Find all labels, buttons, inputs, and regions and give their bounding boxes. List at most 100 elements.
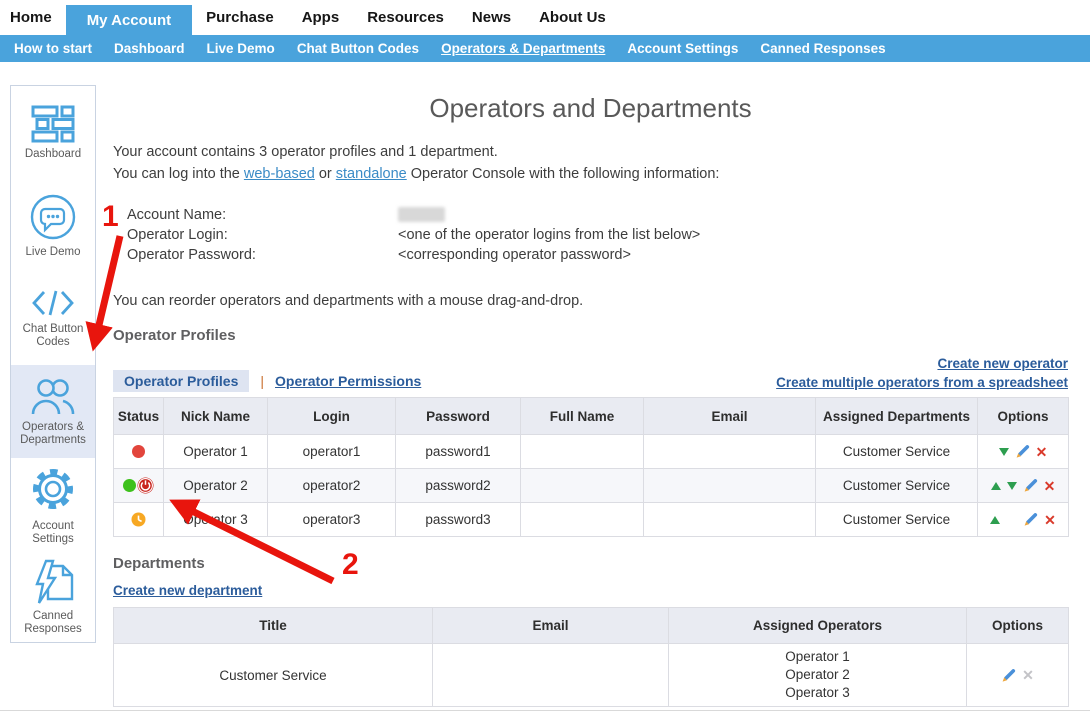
standalone-link[interactable]: standalone	[336, 166, 407, 182]
col-header-status: Status	[114, 398, 164, 435]
operator-password-value: <corresponding operator password>	[398, 245, 700, 265]
canned-responses-icon	[30, 559, 76, 605]
nav-home[interactable]: Home	[0, 9, 66, 26]
move-down-icon[interactable]	[999, 448, 1009, 456]
sidebar-item-label: Operators & Departments	[13, 421, 93, 447]
tab-operator-profiles[interactable]: Operator Profiles	[113, 370, 249, 392]
nav-resources[interactable]: Resources	[353, 9, 458, 26]
sidebar-item-chat-button-codes[interactable]: Chat Button Codes	[11, 272, 95, 365]
delete-disabled-icon: ✕	[1022, 668, 1034, 682]
nav-apps[interactable]: Apps	[288, 9, 354, 26]
col-header-email: Email	[433, 608, 669, 644]
account-name-redacted-value	[398, 207, 445, 222]
email-cell	[644, 503, 816, 537]
live-demo-icon	[29, 193, 77, 241]
create-operator-links: Create new operator Create multiple oper…	[776, 355, 1068, 392]
delete-icon[interactable]: ✕	[1036, 445, 1048, 459]
password-cell: password3	[396, 503, 521, 537]
intro-line-1: Your account contains 3 operator profile…	[113, 141, 719, 163]
assigned-operator: Operator 1	[785, 648, 850, 666]
options-cell: ✕	[978, 435, 1069, 469]
operators-table: Status Nick Name Login Password Full Nam…	[113, 397, 1069, 537]
email-cell	[644, 435, 816, 469]
nick-name-cell: Operator 1	[164, 435, 268, 469]
department-email-cell	[433, 644, 669, 707]
assigned-operator: Operator 2	[785, 666, 850, 684]
subnav-account-settings[interactable]: Account Settings	[616, 41, 749, 56]
assigned-departments-cell: Customer Service	[816, 435, 978, 469]
sidebar-item-label: Account Settings	[13, 520, 93, 546]
nav-news[interactable]: News	[458, 9, 525, 26]
edit-icon[interactable]	[1023, 478, 1038, 493]
assigned-departments-cell: Customer Service	[816, 503, 978, 537]
tab-separator: |	[260, 373, 264, 389]
account-sub-navigation: How to start Dashboard Live Demo Chat Bu…	[0, 35, 1090, 62]
status-online-icon	[123, 479, 136, 492]
sidebar-item-canned-responses[interactable]: Canned Responses	[11, 551, 95, 644]
delete-icon[interactable]: ✕	[1044, 513, 1056, 527]
full-name-cell	[521, 469, 644, 503]
subnav-how-to-start[interactable]: How to start	[3, 41, 103, 56]
top-navigation: Home My Account Purchase Apps Resources …	[0, 0, 1090, 35]
subnav-live-demo[interactable]: Live Demo	[196, 41, 286, 56]
web-based-link[interactable]: web-based	[244, 166, 315, 182]
operators-and-departments-page: Home My Account Purchase Apps Resources …	[0, 0, 1090, 722]
departments-table: Title Email Assigned Operators Options C…	[113, 607, 1069, 707]
department-options-cell: ✕	[967, 644, 1069, 707]
nav-my-account[interactable]: My Account	[66, 5, 192, 35]
move-up-icon[interactable]	[990, 516, 1000, 524]
code-icon	[30, 288, 76, 318]
full-name-cell	[521, 503, 644, 537]
sidebar-item-operators-departments[interactable]: Operators & Departments	[11, 365, 95, 458]
edit-icon[interactable]	[1015, 444, 1030, 459]
tab-operator-permissions[interactable]: Operator Permissions	[275, 373, 421, 389]
page-title: Operators and Departments	[113, 93, 1068, 124]
sidebar-item-account-settings[interactable]: Account Settings	[11, 458, 95, 551]
subnav-canned-responses[interactable]: Canned Responses	[749, 41, 896, 56]
sidebar-item-live-demo[interactable]: Live Demo	[11, 179, 95, 272]
nav-about-us[interactable]: About Us	[525, 9, 620, 26]
password-cell: password1	[396, 435, 521, 469]
col-header-email: Email	[644, 398, 816, 435]
col-header-nick-name: Nick Name	[164, 398, 268, 435]
sidebar-item-dashboard[interactable]: Dashboard	[11, 86, 95, 179]
operator-login-label: Operator Login:	[127, 225, 398, 245]
col-header-login: Login	[268, 398, 396, 435]
bottom-divider	[0, 710, 1090, 711]
intro-line-2: You can log into the web-based or standa…	[113, 163, 719, 185]
status-cell-offline	[114, 435, 164, 469]
gear-icon	[27, 463, 79, 515]
nick-name-cell: Operator 3	[164, 503, 268, 537]
login-cell: operator3	[268, 503, 396, 537]
move-down-icon[interactable]	[1007, 482, 1017, 490]
create-multiple-operators-link[interactable]: Create multiple operators from a spreads…	[776, 374, 1068, 393]
subnav-dashboard[interactable]: Dashboard	[103, 41, 196, 56]
sidebar: Dashboard Live Demo	[10, 85, 96, 643]
power-button-icon[interactable]	[137, 477, 154, 494]
intro-text: Your account contains 3 operator profile…	[113, 141, 719, 185]
subnav-operators-departments[interactable]: Operators & Departments	[430, 41, 616, 56]
edit-icon[interactable]	[1001, 668, 1016, 683]
create-new-department-link[interactable]: Create new department	[113, 583, 262, 598]
edit-icon[interactable]	[1023, 512, 1038, 527]
department-assigned-operators-cell: Operator 1 Operator 2 Operator 3	[669, 644, 967, 707]
move-up-icon[interactable]	[991, 482, 1001, 490]
assigned-operator: Operator 3	[785, 684, 850, 702]
nav-purchase[interactable]: Purchase	[192, 9, 288, 26]
options-cell: ✕	[978, 503, 1069, 537]
sidebar-item-label: Dashboard	[13, 148, 93, 161]
delete-icon[interactable]: ✕	[1044, 479, 1056, 493]
col-header-assigned-operators: Assigned Operators	[669, 608, 967, 644]
department-title-cell: Customer Service	[114, 644, 433, 707]
sidebar-item-label: Canned Responses	[13, 610, 93, 636]
create-new-operator-link[interactable]: Create new operator	[937, 355, 1068, 374]
assigned-departments-cell: Customer Service	[816, 469, 978, 503]
status-cell-away	[114, 503, 164, 537]
subnav-chat-button-codes[interactable]: Chat Button Codes	[286, 41, 430, 56]
dashboard-icon	[31, 105, 75, 143]
sidebar-item-label: Chat Button Codes	[13, 323, 93, 349]
reorder-note: You can reorder operators and department…	[113, 293, 583, 309]
departments-section-title: Departments	[113, 555, 205, 572]
login-cell: operator1	[268, 435, 396, 469]
col-header-options: Options	[967, 608, 1069, 644]
